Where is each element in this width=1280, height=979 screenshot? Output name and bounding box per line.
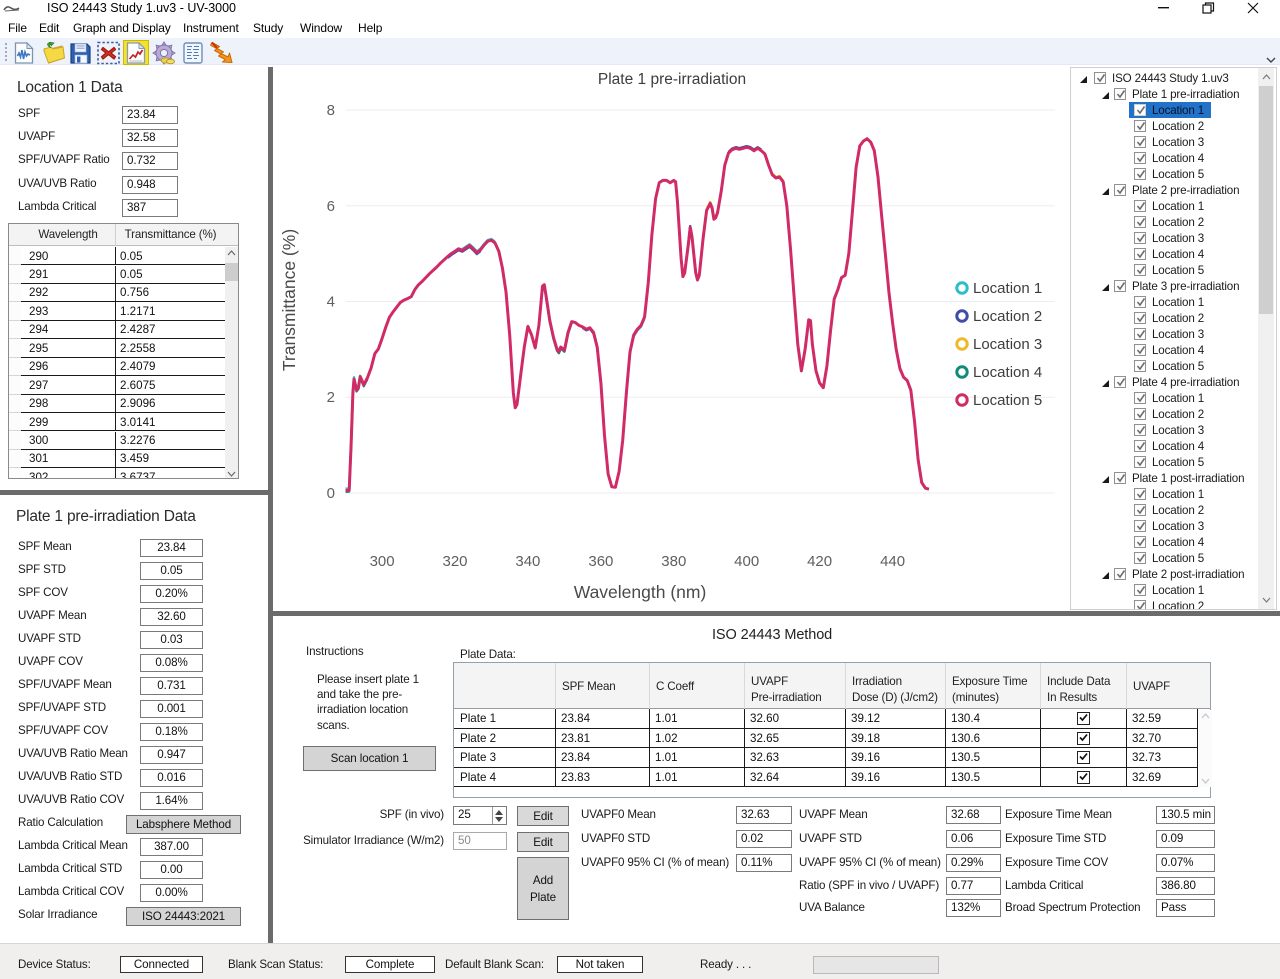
svg-text:6: 6	[327, 198, 335, 215]
svg-text:Location 1: Location 1	[973, 280, 1042, 297]
svg-text:Plate 1 pre-irradiation: Plate 1 pre-irradiation	[598, 71, 746, 88]
svg-text:4: 4	[327, 294, 335, 311]
svg-text:360: 360	[588, 553, 613, 570]
svg-text:380: 380	[661, 553, 686, 570]
svg-text:320: 320	[442, 553, 467, 570]
svg-text:Transmittance (%): Transmittance (%)	[279, 229, 299, 371]
svg-text:420: 420	[807, 553, 832, 570]
svg-text:Location 4: Location 4	[973, 364, 1042, 381]
svg-text:0: 0	[327, 485, 335, 502]
svg-text:400: 400	[734, 553, 759, 570]
svg-text:340: 340	[515, 553, 540, 570]
svg-text:8: 8	[327, 102, 335, 119]
svg-text:440: 440	[880, 553, 905, 570]
svg-text:300: 300	[370, 553, 395, 570]
svg-text:Wavelength (nm): Wavelength (nm)	[574, 582, 707, 602]
svg-text:Location 3: Location 3	[973, 336, 1042, 353]
svg-text:Location 2: Location 2	[973, 308, 1042, 325]
svg-text:Location 5: Location 5	[973, 392, 1042, 409]
svg-text:2: 2	[327, 389, 335, 406]
